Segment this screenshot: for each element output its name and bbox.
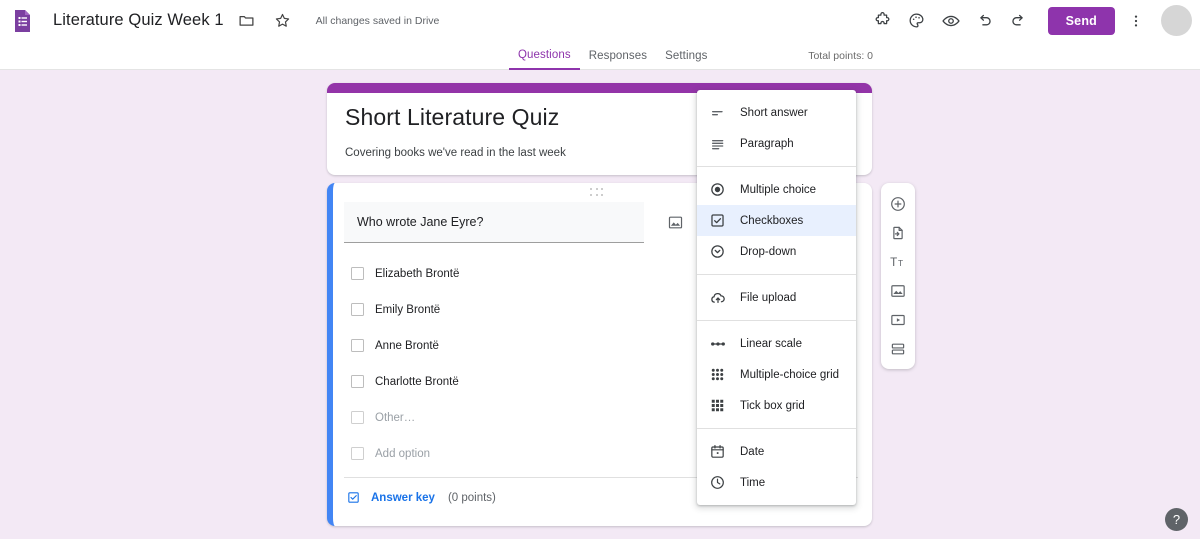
- paragraph-icon: [707, 133, 728, 154]
- avatar[interactable]: [1161, 5, 1192, 36]
- folder-icon[interactable]: [234, 8, 260, 34]
- svg-text:T: T: [890, 256, 897, 269]
- add-question-icon[interactable]: [885, 191, 911, 217]
- add-section-icon[interactable]: [885, 336, 911, 362]
- checkbox-icon[interactable]: [351, 267, 364, 280]
- menu-item-label: Tick box grid: [740, 399, 805, 412]
- tab-list: Questions Responses Settings: [509, 41, 716, 70]
- radio-grid-icon: [707, 364, 728, 385]
- menu-item-label: Multiple-choice grid: [740, 368, 840, 381]
- question-title-input[interactable]: Who wrote Jane Eyre?: [344, 202, 644, 243]
- menu-item-label: Time: [740, 476, 766, 489]
- calendar-icon: [707, 441, 728, 462]
- palette-icon[interactable]: [902, 6, 932, 36]
- other-option-label[interactable]: Other…: [375, 412, 415, 424]
- undo-icon[interactable]: [970, 6, 1000, 36]
- form-canvas: Short Literature Quiz Covering books we'…: [0, 70, 1200, 539]
- question-title-text: Who wrote Jane Eyre?: [357, 215, 484, 229]
- eye-icon[interactable]: [936, 6, 966, 36]
- menu-item-label: Checkboxes: [740, 214, 804, 227]
- divider: [697, 166, 856, 167]
- answer-key-label: Answer key: [371, 491, 435, 504]
- short-answer-icon: [707, 102, 728, 123]
- checkbox-icon[interactable]: [351, 375, 364, 388]
- divider: [697, 274, 856, 275]
- menu-item-file-upload[interactable]: File upload: [697, 282, 856, 313]
- menu-item-date[interactable]: Date: [697, 436, 856, 467]
- add-option-label[interactable]: Add option: [375, 448, 430, 460]
- add-video-icon[interactable]: [885, 307, 911, 333]
- tab-responses[interactable]: Responses: [580, 41, 656, 70]
- form-title[interactable]: Short Literature Quiz: [345, 104, 559, 131]
- menu-item-paragraph[interactable]: Paragraph: [697, 128, 856, 159]
- question-title-wrap: Who wrote Jane Eyre?: [344, 202, 644, 243]
- tab-settings[interactable]: Settings: [656, 41, 716, 70]
- question-type-menu: Short answer Paragraph Multiple choice C…: [697, 90, 856, 505]
- add-title-icon[interactable]: T T: [885, 249, 911, 275]
- points-label: (0 points): [447, 491, 496, 504]
- menu-item-label: Drop-down: [740, 245, 797, 258]
- import-questions-icon[interactable]: [885, 220, 911, 246]
- menu-item-multiple-choice-grid[interactable]: Multiple-choice grid: [697, 359, 856, 390]
- linear-scale-icon: [707, 333, 728, 354]
- add-item-toolbar: T T: [881, 183, 915, 369]
- checkbox-icon: [351, 411, 364, 424]
- save-status: All changes saved in Drive: [315, 14, 440, 27]
- add-image-icon[interactable]: [663, 210, 687, 234]
- redo-icon[interactable]: [1004, 6, 1034, 36]
- checkbox-icon[interactable]: [351, 303, 364, 316]
- google-forms-logo-icon[interactable]: [8, 7, 36, 35]
- svg-text:T: T: [898, 258, 903, 268]
- option-label[interactable]: Charlotte Brontë: [375, 376, 459, 388]
- add-image-icon[interactable]: [885, 278, 911, 304]
- menu-item-linear-scale[interactable]: Linear scale: [697, 328, 856, 359]
- option-label[interactable]: Anne Brontë: [375, 340, 439, 352]
- menu-item-label: Short answer: [740, 106, 808, 119]
- drag-handle-icon[interactable]: [590, 188, 610, 196]
- tabs-bar: Questions Responses Settings Total point…: [0, 41, 1200, 70]
- divider: [697, 320, 856, 321]
- checkbox-icon: [707, 210, 728, 231]
- menu-item-checkboxes[interactable]: Checkboxes: [697, 205, 856, 236]
- star-icon[interactable]: [270, 8, 296, 34]
- menu-item-drop-down[interactable]: Drop-down: [697, 236, 856, 267]
- form-description[interactable]: Covering books we've read in the last we…: [345, 147, 566, 159]
- clock-icon: [707, 472, 728, 493]
- cloud-upload-icon: [707, 287, 728, 308]
- menu-item-tick-box-grid[interactable]: Tick box grid: [697, 390, 856, 421]
- menu-item-label: Multiple choice: [740, 183, 817, 196]
- top-bar: Literature Quiz Week 1 All changes saved…: [0, 0, 1200, 41]
- menu-item-time[interactable]: Time: [697, 467, 856, 498]
- divider: [697, 428, 856, 429]
- menu-item-label: Paragraph: [740, 137, 794, 150]
- option-label[interactable]: Elizabeth Brontë: [375, 268, 459, 280]
- option-label[interactable]: Emily Brontë: [375, 304, 440, 316]
- puzzle-piece-icon[interactable]: [868, 6, 898, 36]
- checkbox-icon[interactable]: [351, 339, 364, 352]
- chevron-down-circle-icon: [707, 241, 728, 262]
- send-button[interactable]: Send: [1047, 6, 1115, 35]
- more-vert-icon[interactable]: [1121, 6, 1151, 36]
- tab-questions[interactable]: Questions: [509, 41, 580, 70]
- radio-icon: [707, 179, 728, 200]
- menu-item-short-answer[interactable]: Short answer: [697, 97, 856, 128]
- total-points: Total points: 0: [808, 49, 873, 62]
- document-title[interactable]: Literature Quiz Week 1: [53, 11, 224, 30]
- menu-item-label: File upload: [740, 291, 797, 304]
- menu-item-multiple-choice[interactable]: Multiple choice: [697, 174, 856, 205]
- menu-item-label: Linear scale: [740, 337, 803, 350]
- checkbox-icon: [351, 447, 364, 460]
- answer-key-icon: [346, 490, 361, 505]
- menu-item-label: Date: [740, 445, 765, 458]
- checkbox-grid-icon: [707, 395, 728, 416]
- help-icon[interactable]: ?: [1165, 508, 1188, 531]
- answer-key-button[interactable]: Answer key (0 points): [346, 490, 496, 505]
- top-bar-actions: Send: [868, 0, 1192, 41]
